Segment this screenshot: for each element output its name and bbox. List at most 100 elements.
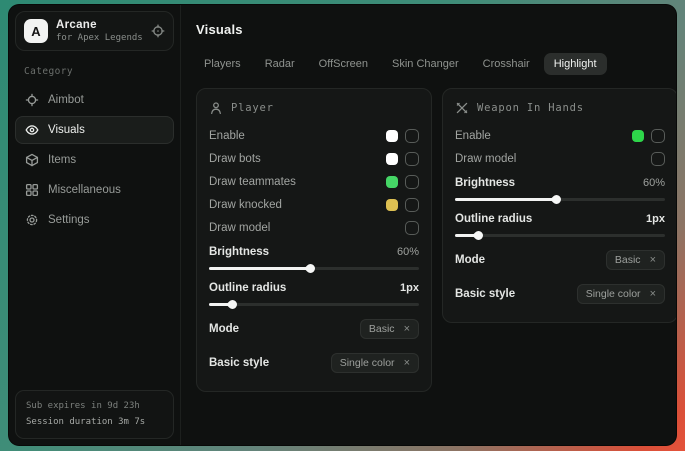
slider-row: Brightness 60% bbox=[455, 170, 665, 206]
toggle-row: Draw bots bbox=[209, 147, 419, 170]
chip-value: Basic bbox=[369, 323, 395, 335]
toggle-row: Draw teammates bbox=[209, 170, 419, 193]
checkbox[interactable] bbox=[651, 129, 665, 143]
slider[interactable] bbox=[209, 267, 419, 270]
target-icon[interactable] bbox=[151, 24, 165, 38]
slider-fill bbox=[209, 267, 310, 270]
checkbox[interactable] bbox=[405, 221, 419, 235]
tab-highlight[interactable]: Highlight bbox=[544, 53, 607, 75]
subscription-info: Sub expires in 9d 23h Session duration 3… bbox=[15, 390, 174, 439]
player-icon bbox=[209, 101, 223, 115]
setting-label: Draw bots bbox=[209, 153, 261, 165]
sidebar-item-visuals[interactable]: Visuals bbox=[15, 116, 174, 144]
sidebar-item-label: Items bbox=[48, 154, 76, 166]
color-swatch[interactable] bbox=[386, 199, 398, 211]
toggle-row: Enable bbox=[455, 124, 665, 147]
sub-expiry-text: Sub expires in 9d 23h bbox=[26, 399, 163, 414]
close-icon[interactable]: × bbox=[404, 324, 410, 335]
panel-rows: Enable Draw model Brightness 60% Outline… bbox=[455, 124, 665, 310]
sidebar-item-aimbot[interactable]: Aimbot bbox=[15, 86, 174, 114]
select-chip[interactable]: Basic × bbox=[360, 319, 419, 339]
tab-crosshair[interactable]: Crosshair bbox=[473, 53, 540, 75]
color-swatch[interactable] bbox=[386, 130, 398, 142]
setting-label: Draw teammates bbox=[209, 176, 296, 188]
slider-thumb[interactable] bbox=[472, 229, 485, 242]
tab-skin-changer[interactable]: Skin Changer bbox=[382, 53, 469, 75]
app-titles: Arcane for Apex Legends bbox=[56, 19, 143, 43]
slider-value: 60% bbox=[397, 246, 419, 258]
slider-value: 1px bbox=[646, 213, 665, 225]
toggle-row: Draw model bbox=[209, 216, 419, 239]
setting-label: Outline radius bbox=[455, 213, 532, 225]
toggle-row: Draw model bbox=[455, 147, 665, 170]
checkbox[interactable] bbox=[651, 152, 665, 166]
slider-row: Outline radius 1px bbox=[209, 275, 419, 311]
setting-label: Draw model bbox=[455, 153, 516, 165]
panel-title: Player bbox=[231, 102, 274, 114]
items-icon bbox=[25, 153, 39, 167]
color-swatch[interactable] bbox=[632, 130, 644, 142]
misc-icon bbox=[25, 183, 39, 197]
setting-label: Basic style bbox=[455, 288, 515, 300]
color-swatch[interactable] bbox=[386, 153, 398, 165]
sidebar-item-settings[interactable]: Settings bbox=[15, 206, 174, 234]
checkbox[interactable] bbox=[405, 198, 419, 212]
panel-header: Weapon In Hands bbox=[455, 101, 665, 115]
tab-bar: PlayersRadarOffScreenSkin ChangerCrossha… bbox=[194, 53, 677, 75]
slider-thumb[interactable] bbox=[226, 298, 239, 311]
toggle-row: Draw knocked bbox=[209, 193, 419, 216]
tab-radar[interactable]: Radar bbox=[255, 53, 305, 75]
slider-thumb[interactable] bbox=[304, 262, 317, 275]
settings-icon bbox=[25, 213, 39, 227]
checkbox[interactable] bbox=[405, 129, 419, 143]
sidebar-item-label: Visuals bbox=[48, 124, 85, 136]
checkbox[interactable] bbox=[405, 152, 419, 166]
sidebar-item-miscellaneous[interactable]: Miscellaneous bbox=[15, 176, 174, 204]
slider-row: Outline radius 1px bbox=[455, 206, 665, 242]
weapon-icon bbox=[455, 101, 469, 115]
setting-label: Draw knocked bbox=[209, 199, 282, 211]
sidebar: A Arcane for Apex Legends Category Aimbo… bbox=[9, 5, 181, 445]
panel-title: Weapon In Hands bbox=[477, 102, 584, 114]
setting-label: Mode bbox=[209, 323, 239, 335]
sidebar-nav: Aimbot Visuals Items Miscellaneous Setti… bbox=[15, 85, 174, 235]
chip-row: Mode Basic × bbox=[209, 313, 419, 345]
close-icon[interactable]: × bbox=[650, 289, 656, 300]
color-swatch[interactable] bbox=[386, 176, 398, 188]
setting-label: Outline radius bbox=[209, 282, 286, 294]
app-header: A Arcane for Apex Legends bbox=[15, 11, 174, 51]
chip-row: Mode Basic × bbox=[455, 244, 665, 276]
app-name: Arcane bbox=[56, 19, 143, 31]
chip-row: Basic style Single color × bbox=[455, 278, 665, 310]
slider[interactable] bbox=[209, 303, 419, 306]
panel-header: Player bbox=[209, 101, 419, 115]
setting-label: Mode bbox=[455, 254, 485, 266]
select-chip[interactable]: Single color × bbox=[331, 353, 419, 373]
sidebar-item-label: Aimbot bbox=[48, 94, 84, 106]
setting-label: Basic style bbox=[209, 357, 269, 369]
sidebar-item-label: Miscellaneous bbox=[48, 184, 121, 196]
tab-players[interactable]: Players bbox=[194, 53, 251, 75]
tab-offscreen[interactable]: OffScreen bbox=[309, 53, 378, 75]
panel-weapon-in-hands: Weapon In Hands Enable Draw model Bright… bbox=[442, 88, 677, 323]
checkbox[interactable] bbox=[405, 175, 419, 189]
select-chip[interactable]: Single color × bbox=[577, 284, 665, 304]
slider-fill bbox=[455, 198, 556, 201]
chip-value: Basic bbox=[615, 254, 641, 266]
aimbot-icon bbox=[25, 93, 39, 107]
chip-value: Single color bbox=[586, 288, 641, 300]
slider[interactable] bbox=[455, 234, 665, 237]
slider-thumb[interactable] bbox=[550, 193, 563, 206]
setting-label: Draw model bbox=[209, 222, 270, 234]
select-chip[interactable]: Basic × bbox=[606, 250, 665, 270]
chip-value: Single color bbox=[340, 357, 395, 369]
panels-container: Player Enable Draw bots Draw teammates D… bbox=[196, 88, 677, 392]
close-icon[interactable]: × bbox=[404, 358, 410, 369]
setting-label: Enable bbox=[455, 130, 491, 142]
slider[interactable] bbox=[455, 198, 665, 201]
app-logo: A bbox=[24, 19, 48, 43]
panel-rows: Enable Draw bots Draw teammates Draw kno… bbox=[209, 124, 419, 379]
page-title: Visuals bbox=[196, 22, 677, 37]
close-icon[interactable]: × bbox=[650, 255, 656, 266]
sidebar-item-items[interactable]: Items bbox=[15, 146, 174, 174]
